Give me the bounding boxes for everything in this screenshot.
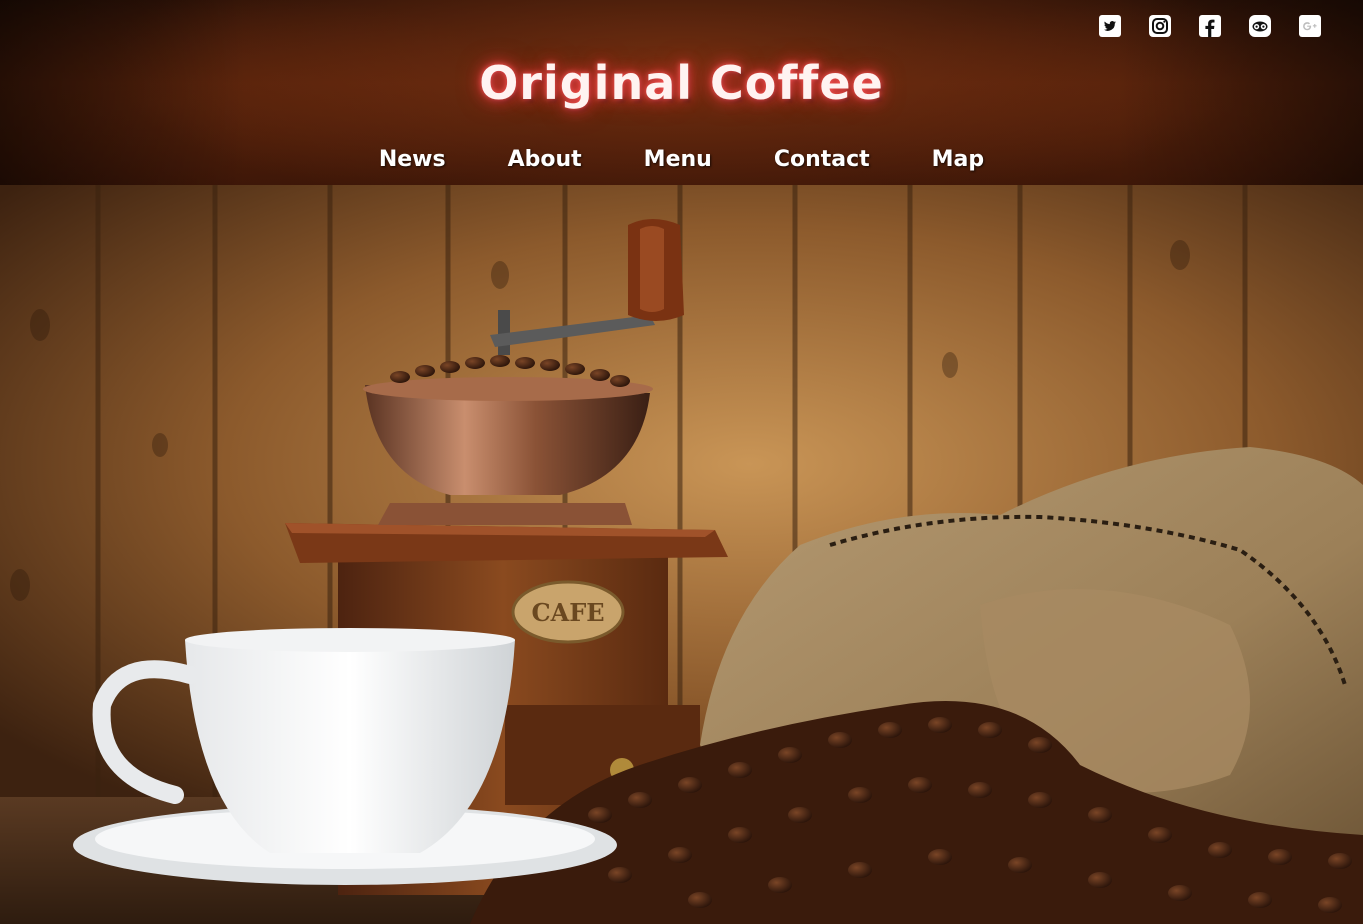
twitter-icon[interactable] bbox=[1099, 15, 1121, 37]
social-links bbox=[1099, 15, 1321, 37]
site-header: Original Coffee News About Menu Contact … bbox=[0, 0, 1363, 185]
hero-image: CAFE bbox=[0, 185, 1363, 924]
instagram-icon[interactable] bbox=[1149, 15, 1171, 37]
nav-link-contact[interactable]: Contact bbox=[774, 147, 870, 172]
main-nav: News About Menu Contact Map bbox=[0, 147, 1363, 172]
site-title: Original Coffee bbox=[479, 56, 884, 110]
nav-link-map[interactable]: Map bbox=[932, 147, 985, 172]
nav-link-about[interactable]: About bbox=[508, 147, 582, 172]
grinder-plate-text: CAFE bbox=[531, 598, 604, 627]
facebook-icon[interactable] bbox=[1199, 15, 1221, 37]
nav-link-news[interactable]: News bbox=[379, 147, 446, 172]
tripadvisor-icon[interactable] bbox=[1249, 15, 1271, 37]
coffee-scene-illustration: CAFE bbox=[0, 185, 1363, 924]
nav-link-menu[interactable]: Menu bbox=[644, 147, 712, 172]
google-plus-icon[interactable] bbox=[1299, 15, 1321, 37]
